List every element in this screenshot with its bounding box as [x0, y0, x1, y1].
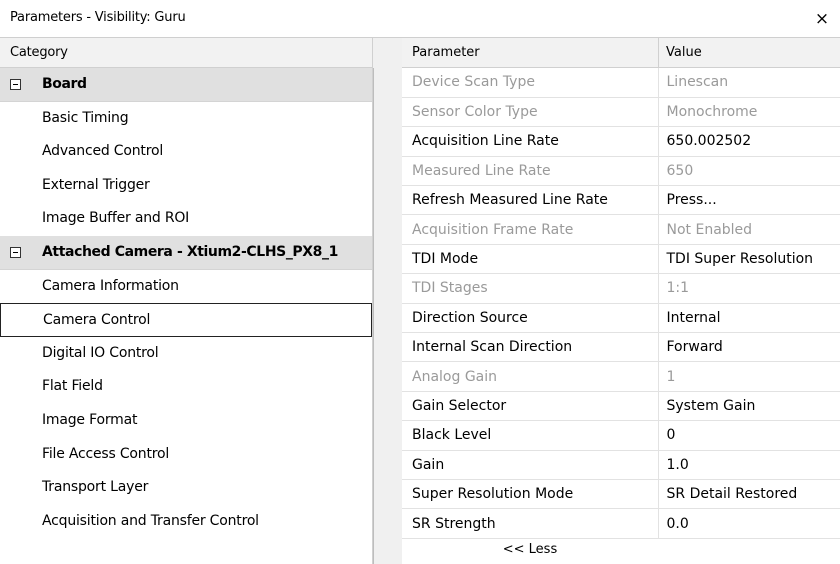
parameter-value[interactable]: TDI Super Resolution	[658, 244, 840, 275]
category-item[interactable]: Flat Field	[0, 370, 372, 404]
category-label: Camera Information	[42, 277, 179, 294]
category-group[interactable]: Board	[0, 68, 372, 102]
parameter-name: Gain	[402, 450, 659, 480]
parameter-value: 1	[658, 361, 840, 392]
category-label: Image Format	[42, 411, 138, 428]
parameter-name: Black Level	[402, 420, 659, 451]
parameter-row[interactable]: Direction Source Internal	[402, 303, 840, 334]
parameter-row[interactable]: Acquisition Frame Rate Not Enabled	[402, 214, 840, 245]
category-label: Digital IO Control	[42, 344, 159, 361]
parameter-value[interactable]: 0	[658, 420, 840, 451]
collapse-icon[interactable]	[10, 79, 21, 90]
parameter-value[interactable]: Internal	[658, 303, 840, 334]
category-header-label: Category	[10, 45, 68, 60]
close-icon[interactable]: ×	[804, 0, 840, 38]
value-column-header[interactable]: Value	[666, 45, 702, 60]
category-item[interactable]: Image Buffer and ROI	[0, 202, 372, 236]
category-label: External Trigger	[42, 176, 150, 193]
parameter-table: Device Scan Type Linescan Sensor Color Typ…	[402, 68, 840, 539]
parameter-name: Acquisition Frame Rate	[402, 214, 659, 245]
category-label: Camera Control	[43, 312, 151, 329]
column-divider[interactable]	[658, 38, 659, 68]
category-list: Board Basic Timing Advanced Control Externa…	[0, 68, 372, 539]
category-label: Acquisition and Transfer Control	[42, 512, 259, 529]
category-item[interactable]: Image Format	[0, 403, 372, 438]
window-title: Parameters - Visibility: Guru	[10, 10, 186, 25]
parameter-name: Acquisition Line Rate	[402, 126, 659, 157]
category-label: Board	[42, 76, 87, 92]
parameter-value[interactable]: System Gain	[658, 391, 840, 422]
parameter-pane: Parameter Value Device Scan Type Linescan…	[402, 38, 840, 564]
category-label: File Access Control	[42, 445, 170, 462]
parameter-row[interactable]: SR Strength 0.0	[402, 508, 840, 539]
category-item[interactable]: Advanced Control	[0, 135, 372, 169]
category-label: Basic Timing	[42, 109, 129, 126]
category-label: Transport Layer	[42, 479, 149, 496]
parameter-row[interactable]: Analog Gain 1	[402, 361, 840, 392]
parameter-value: Monochrome	[658, 97, 840, 128]
parameter-row[interactable]: Internal Scan Direction Forward	[402, 332, 840, 363]
category-group[interactable]: Attached Camera - Xtium2-CLHS_PX8_1	[0, 235, 372, 270]
parameter-row[interactable]: TDI Stages 1:1	[402, 273, 840, 304]
splitter-line	[373, 68, 374, 564]
category-item[interactable]: External Trigger	[0, 168, 372, 203]
parameter-name: Super Resolution Mode	[402, 479, 659, 510]
parameter-value[interactable]: Forward	[658, 332, 840, 363]
parameter-value[interactable]: SR Detail Restored	[658, 479, 840, 510]
parameter-name: Direction Source	[402, 303, 659, 334]
parameter-name: Internal Scan Direction	[402, 332, 659, 363]
category-header: Category	[0, 38, 372, 68]
parameter-row[interactable]: Refresh Measured Line Rate Press...	[402, 185, 840, 216]
parameter-row[interactable]: Super Resolution Mode SR Detail Restored	[402, 479, 840, 510]
parameter-name: TDI Mode	[402, 244, 659, 275]
parameter-row[interactable]: Black Level 0	[402, 420, 840, 451]
parameter-value[interactable]: 0.0	[658, 508, 840, 539]
category-item[interactable]: Digital IO Control	[0, 336, 372, 371]
category-item[interactable]: Basic Timing	[0, 101, 372, 136]
category-label: Attached Camera - Xtium2-CLHS_PX8_1	[42, 243, 338, 260]
parameter-row[interactable]: Acquisition Line Rate 650.002502	[402, 126, 840, 157]
parameter-value[interactable]: 650.002502	[658, 126, 840, 157]
category-pane: Category Board Basic Timing Advanced Contr…	[0, 38, 372, 564]
pane-splitter[interactable]	[372, 38, 402, 564]
parameter-row[interactable]: Sensor Color Type Monochrome	[402, 97, 840, 128]
category-item[interactable]: Transport Layer	[0, 471, 372, 505]
parameter-row[interactable]: Gain 1.0	[402, 450, 840, 480]
parameter-name: Refresh Measured Line Rate	[402, 185, 659, 216]
parameter-column-header[interactable]: Parameter	[412, 45, 480, 60]
parameter-name: Sensor Color Type	[402, 97, 659, 128]
parameter-value[interactable]: 1.0	[658, 450, 840, 480]
parameter-value: 1:1	[658, 273, 840, 304]
parameter-name: TDI Stages	[402, 273, 659, 304]
title-bar: Parameters - Visibility: Guru ×	[0, 0, 840, 38]
category-item[interactable]: File Access Control	[0, 437, 372, 472]
collapse-icon[interactable]	[10, 246, 21, 258]
parameter-row[interactable]: Device Scan Type Linescan	[402, 68, 840, 98]
parameter-value: Linescan	[658, 68, 840, 98]
parameter-value: 650	[658, 156, 840, 187]
parameter-row[interactable]: Gain Selector System Gain	[402, 391, 840, 422]
parameter-row[interactable]: TDI Mode TDI Super Resolution	[402, 244, 840, 275]
less-button[interactable]: << Less	[402, 536, 658, 564]
category-label: Image Buffer and ROI	[42, 210, 190, 227]
parameter-row[interactable]: Measured Line Rate 650	[402, 156, 840, 187]
category-item[interactable]: Camera Information	[0, 269, 372, 304]
category-item[interactable]: Acquisition and Transfer Control	[0, 504, 372, 539]
parameter-value: Not Enabled	[658, 214, 840, 245]
category-label: Flat Field	[42, 378, 103, 395]
parameter-name: SR Strength	[402, 508, 659, 539]
parameter-value[interactable]: Press...	[658, 185, 840, 216]
parameter-header: Parameter Value	[402, 38, 840, 68]
category-item[interactable]: Camera Control	[0, 303, 372, 337]
parameter-name: Measured Line Rate	[402, 156, 659, 187]
parameter-name: Gain Selector	[402, 391, 659, 422]
category-label: Advanced Control	[42, 143, 164, 160]
parameter-name: Analog Gain	[402, 361, 659, 392]
parameter-name: Device Scan Type	[402, 68, 659, 98]
